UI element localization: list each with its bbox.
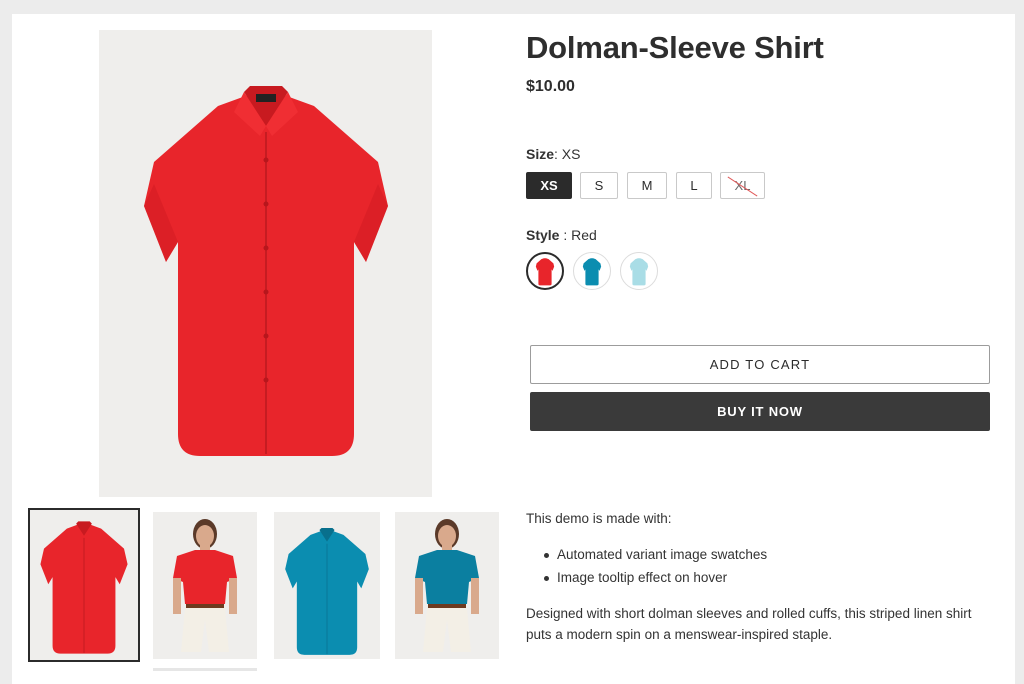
- description-body: Designed with short dolman sleeves and r…: [526, 606, 972, 642]
- size-option-s[interactable]: S: [580, 172, 618, 199]
- size-option-xl[interactable]: XL: [720, 172, 765, 199]
- description-intro: This demo is made with:: [526, 511, 672, 526]
- thumbnail-gallery: [28, 508, 508, 684]
- swatch-teal-shirt-icon: [582, 258, 602, 286]
- main-product-image[interactable]: [99, 30, 432, 497]
- style-label: Style: [526, 227, 560, 243]
- shirt-red-image: [143, 85, 388, 456]
- size-option-m[interactable]: M: [627, 172, 667, 199]
- thumbnail-shirt-teal[interactable]: [274, 512, 380, 659]
- size-label: Size: [526, 146, 555, 162]
- shirt-red-thumb-icon: [40, 521, 128, 654]
- model-teal-icon: [415, 519, 479, 652]
- style-selected-value: Red: [571, 227, 597, 243]
- product-page: Dolman-Sleeve Shirt $10.00 Size: XS XS S…: [12, 14, 1015, 684]
- list-item: Image tooltip effect on hover: [542, 570, 767, 593]
- thumbnail-model-red[interactable]: [153, 512, 257, 659]
- buy-it-now-button[interactable]: BUY IT NOW: [530, 392, 990, 431]
- model-red-icon: [173, 519, 237, 652]
- list-item: Automated variant image swatches: [542, 547, 767, 570]
- description-bullets: Automated variant image swatches Image t…: [542, 547, 767, 593]
- swatch-light-blue[interactable]: [620, 252, 658, 290]
- swatch-light-blue-shirt-icon: [629, 258, 649, 286]
- style-option-label: Style : Red: [526, 227, 597, 243]
- shirt-teal-thumb-icon: [285, 527, 369, 655]
- size-option-label: Size: XS: [526, 146, 581, 162]
- swatch-red-shirt-icon: [535, 258, 555, 286]
- thumbnail-shirt-red[interactable]: [28, 508, 140, 662]
- product-title: Dolman-Sleeve Shirt: [526, 30, 824, 65]
- swatch-red[interactable]: [526, 252, 564, 290]
- size-option-l[interactable]: L: [676, 172, 712, 199]
- size-option-xs[interactable]: XS: [526, 172, 572, 199]
- swatch-teal[interactable]: [573, 252, 611, 290]
- add-to-cart-button[interactable]: ADD TO CART: [530, 345, 990, 384]
- product-price: $10.00: [526, 78, 575, 95]
- thumbnail-scroll-hint: [153, 668, 257, 671]
- thumbnail-model-teal[interactable]: [395, 512, 499, 659]
- size-selected-value: XS: [561, 146, 581, 162]
